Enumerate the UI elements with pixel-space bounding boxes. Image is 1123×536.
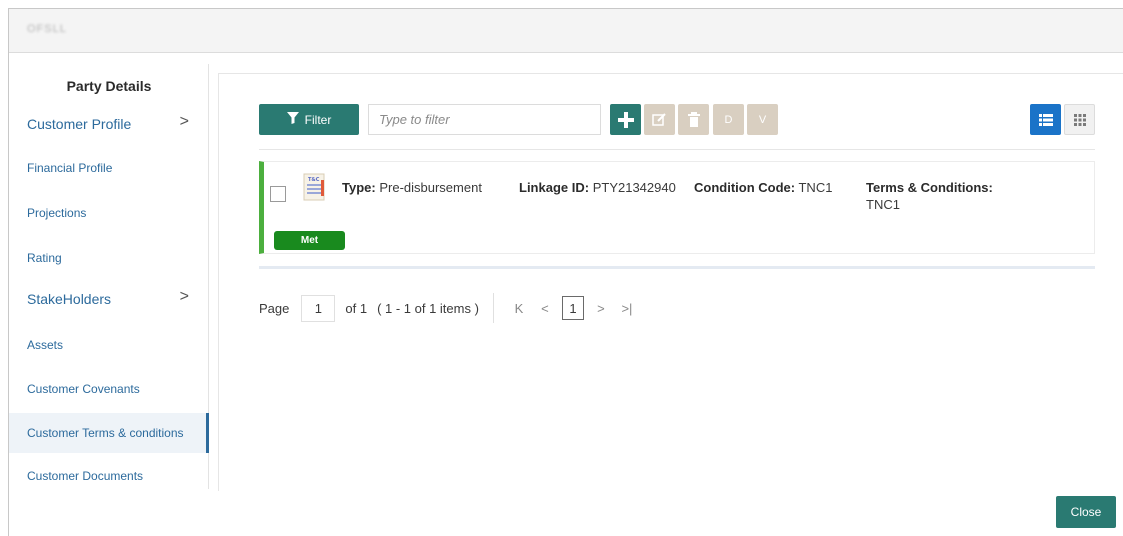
sidebar-item-projections[interactable]: Projections — [9, 193, 209, 233]
terms-label: Terms & Conditions: — [866, 180, 993, 195]
sidebar-item-label: Assets — [27, 338, 64, 352]
icon-text: T&C — [308, 177, 320, 183]
add-button[interactable] — [610, 104, 641, 135]
chevron-right-icon: > — [179, 113, 189, 130]
sidebar-item-customer-documents[interactable]: Customer Documents — [9, 456, 209, 496]
record-checkbox[interactable] — [270, 186, 286, 202]
v-button-label: V — [758, 113, 767, 126]
grid-view-button[interactable] — [1064, 104, 1095, 135]
page-number-input[interactable]: 1 — [301, 294, 336, 322]
page-total: of 1 — [345, 300, 368, 316]
first-page-icon[interactable]: K — [506, 301, 532, 316]
chevron-right-icon: > — [179, 288, 189, 305]
close-button[interactable]: Close — [1056, 496, 1116, 528]
sidebar-item-label: Customer Profile — [27, 116, 132, 132]
filter-icon — [286, 112, 299, 127]
terms-document-icon: T&C — [298, 172, 328, 202]
d-button-label: D — [724, 113, 733, 126]
app-title: OFSLL — [27, 23, 67, 35]
sidebar-item-rating[interactable]: Rating — [9, 238, 209, 278]
grid-view-icon — [1073, 113, 1086, 126]
sidebar-item-label: Customer Covenants — [27, 382, 140, 396]
prev-page-icon[interactable]: < — [532, 301, 558, 316]
pagination: Page 1 of 1 ( 1 - 1 of 1 items ) K < 1 >… — [259, 293, 640, 323]
sidebar-item-stakeholders[interactable]: StakeHolders > — [9, 279, 209, 319]
sidebar-item-customer-terms-conditions[interactable]: Customer Terms & conditions — [9, 413, 209, 453]
main-content: Filter D V — [218, 73, 1123, 491]
sidebar-item-label: Rating — [27, 251, 62, 265]
sidebar-item-customer-profile[interactable]: Customer Profile > — [9, 104, 209, 144]
toolbar-divider — [259, 149, 1095, 150]
sidebar-item-financial-profile[interactable]: Financial Profile — [9, 148, 209, 188]
page-range: ( 1 - 1 of 1 items ) — [377, 300, 479, 316]
delete-button[interactable] — [678, 104, 709, 135]
filter-button-label: Filter — [304, 112, 332, 127]
sidebar-item-label: StakeHolders — [27, 291, 112, 307]
sidebar-item-label: Projections — [27, 206, 87, 220]
type-value: Pre-disbursement — [379, 180, 482, 195]
sidebar-item-label: Financial Profile — [27, 161, 113, 175]
sidebar-item-label: Customer Documents — [27, 469, 144, 483]
record-linkage-id: Linkage ID: PTY21342940 — [519, 180, 676, 195]
next-page-icon[interactable]: > — [588, 301, 614, 316]
record-card[interactable]: T&C Type: Pre-disbursement Linkage ID: P… — [259, 161, 1095, 254]
last-page-icon[interactable]: >| — [614, 301, 640, 316]
list-view-icon — [1038, 113, 1053, 126]
trash-icon — [687, 112, 700, 127]
pager-divider — [492, 293, 494, 323]
title-bar: OFSLL — [9, 9, 1123, 53]
plus-icon — [617, 111, 634, 128]
linkage-value: PTY21342940 — [592, 180, 676, 195]
current-page-button[interactable]: 1 — [561, 296, 584, 320]
edit-icon — [652, 113, 666, 126]
code-label: Condition Code: — [694, 180, 796, 195]
sidebar-item-label: Customer Terms & conditions — [27, 426, 184, 440]
filter-input[interactable] — [368, 104, 601, 135]
d-button[interactable]: D — [713, 104, 744, 135]
sidebar-item-customer-covenants[interactable]: Customer Covenants — [9, 369, 209, 409]
record-terms-label: Terms & Conditions: — [866, 180, 993, 195]
terms-value: TNC1 — [866, 197, 900, 212]
type-label: Type: — [342, 180, 376, 195]
record-condition-code: Condition Code: TNC1 — [694, 180, 832, 195]
v-button[interactable]: V — [747, 104, 778, 135]
filter-button[interactable]: Filter — [259, 104, 359, 135]
linkage-label: Linkage ID: — [519, 180, 590, 195]
page-label: Page — [259, 300, 290, 316]
sidebar-heading: Party Details — [66, 78, 152, 94]
status-badge: Met — [274, 231, 345, 250]
sidebar: Party Details Customer Profile > Financi… — [9, 64, 209, 489]
app-window: OFSLL Party Details Customer Profile > F… — [8, 8, 1123, 536]
list-divider — [259, 266, 1095, 269]
sidebar-item-assets[interactable]: Assets — [9, 325, 209, 365]
edit-button[interactable] — [644, 104, 675, 135]
record-type: Type: Pre-disbursement — [342, 180, 482, 195]
code-value: TNC1 — [798, 180, 833, 195]
list-view-button[interactable] — [1030, 104, 1061, 135]
